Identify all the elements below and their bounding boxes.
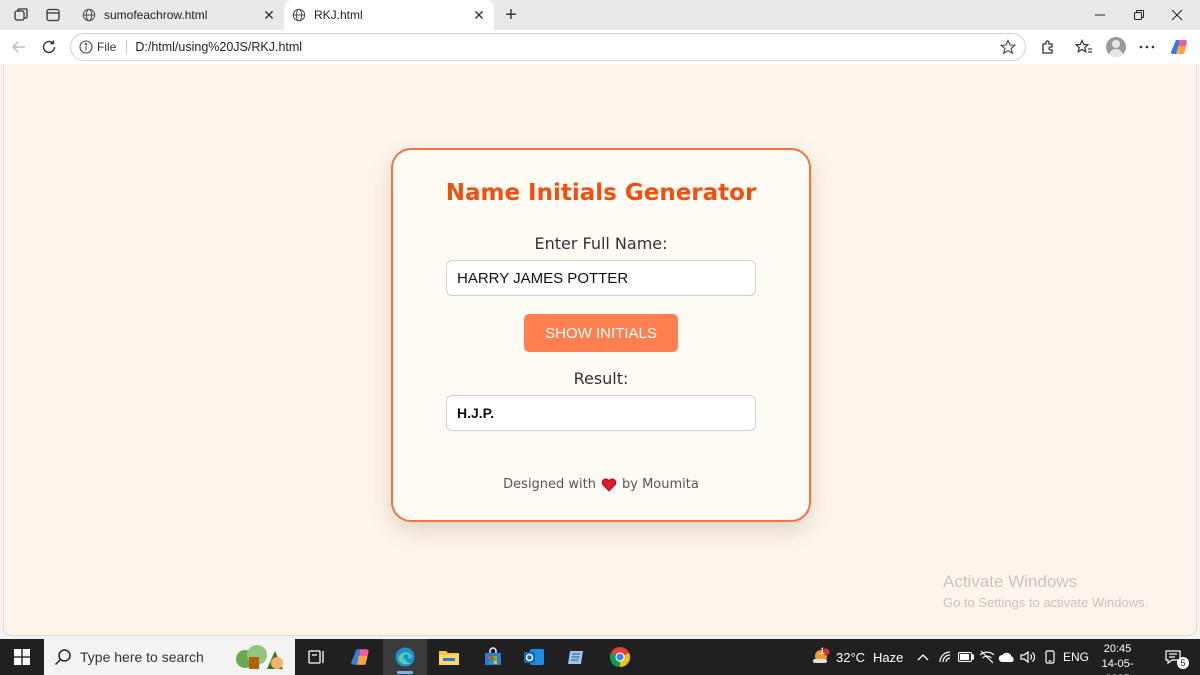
language-text: ENG: [1062, 650, 1089, 664]
scheme-label: File: [97, 40, 117, 54]
device-icon[interactable]: [1040, 639, 1060, 675]
tab-title: sumofeachrow.html: [104, 8, 208, 22]
new-tab-button[interactable]: +: [499, 3, 523, 27]
weather-icon[interactable]: 1: [806, 639, 834, 675]
windows-taskbar: Type here to search 1 32°C Haze ENG 20:4…: [0, 639, 1200, 675]
credit-footer: Designed with by Moumita: [393, 477, 809, 492]
refresh-button[interactable]: [36, 35, 62, 59]
notification-count-badge: 5: [1177, 657, 1189, 669]
weather-condition: Haze: [873, 649, 904, 665]
network-off-icon[interactable]: [977, 639, 997, 675]
weather-widget[interactable]: 32°C Haze: [836, 639, 903, 675]
full-name-input[interactable]: HARRY JAMES POTTER: [446, 260, 756, 296]
footer-text-after: by Moumita: [622, 477, 699, 492]
name-label: Enter Full Name:: [534, 234, 668, 253]
tab-title: RKJ.html: [314, 8, 363, 22]
info-icon[interactable]: [79, 40, 93, 54]
page-viewport: Name Initials Generator Enter Full Name:…: [3, 64, 1197, 636]
close-window-button[interactable]: [1154, 0, 1200, 30]
tab-actions-icon[interactable]: [40, 4, 66, 26]
globe-icon: [82, 8, 96, 22]
volume-icon[interactable]: [1018, 639, 1038, 675]
initials-generator-card: Name Initials Generator Enter Full Name:…: [391, 148, 811, 522]
page-title: Name Initials Generator: [445, 180, 757, 206]
microsoft-store-icon[interactable]: [471, 639, 515, 675]
search-highlight-icon: [229, 641, 291, 675]
battery-icon[interactable]: [956, 639, 976, 675]
copilot-icon[interactable]: [1167, 35, 1193, 59]
browser-toolbar: File D:/html/using%20JS/RKJ.html: [0, 30, 1200, 64]
workspaces-icon[interactable]: [8, 4, 34, 26]
search-icon: [54, 649, 71, 666]
profile-avatar[interactable]: [1103, 35, 1129, 59]
app-icon[interactable]: [554, 639, 598, 675]
tab-sumofeachrow[interactable]: sumofeachrow.html ✕: [74, 0, 284, 30]
language-indicator[interactable]: ENG: [1062, 639, 1090, 675]
network-icon[interactable]: [936, 639, 954, 675]
settings-more-icon[interactable]: [1134, 35, 1160, 59]
result-output: H.J.P.: [446, 395, 756, 431]
start-button[interactable]: [0, 639, 44, 675]
weather-badge: 1: [820, 646, 826, 656]
search-placeholder: Type here to search: [80, 649, 204, 665]
time-text: 20:45: [1103, 643, 1132, 655]
favorite-star-icon[interactable]: [999, 39, 1017, 55]
taskbar-search-box[interactable]: Type here to search: [44, 639, 295, 675]
watermark-subtitle: Go to Settings to activate Windows.: [943, 595, 1149, 610]
globe-icon: [292, 8, 306, 22]
outlook-icon[interactable]: [512, 639, 556, 675]
copilot-taskbar-icon[interactable]: [339, 639, 383, 675]
heart-icon: [601, 478, 617, 492]
back-button[interactable]: [6, 35, 32, 59]
temperature: 32°C: [836, 649, 866, 665]
date-text: 14-05-2025: [1101, 658, 1134, 675]
chrome-icon[interactable]: [598, 639, 642, 675]
notifications-icon[interactable]: 5: [1158, 639, 1190, 675]
onedrive-icon[interactable]: [997, 639, 1017, 675]
extensions-icon[interactable]: [1035, 35, 1061, 59]
avatar: [1106, 37, 1126, 57]
task-view-icon[interactable]: [295, 639, 339, 675]
footer-text-before: Designed with: [503, 477, 597, 492]
chevron-up-icon[interactable]: [914, 639, 932, 675]
close-tab-icon[interactable]: ✕: [470, 6, 488, 24]
activate-windows-watermark: Activate Windows Go to Settings to activ…: [943, 572, 1148, 610]
tab-rkj[interactable]: RKJ.html ✕: [284, 0, 494, 30]
result-label: Result:: [573, 369, 629, 388]
omnibox-divider: [126, 40, 128, 54]
url-text[interactable]: D:/html/using%20JS/RKJ.html: [135, 40, 999, 54]
favorites-icon[interactable]: [1071, 35, 1097, 59]
watermark-title: Activate Windows: [943, 572, 1078, 591]
edge-taskbar-icon[interactable]: [383, 639, 427, 675]
file-explorer-icon[interactable]: [427, 639, 471, 675]
address-bar[interactable]: File D:/html/using%20JS/RKJ.html: [70, 33, 1026, 61]
close-tab-icon[interactable]: ✕: [260, 6, 278, 24]
show-initials-button[interactable]: SHOW INITIALS: [524, 314, 678, 352]
browser-tab-strip: sumofeachrow.html ✕ RKJ.html ✕ +: [0, 0, 1200, 30]
clock[interactable]: 20:45 14-05-2025: [1090, 642, 1145, 675]
